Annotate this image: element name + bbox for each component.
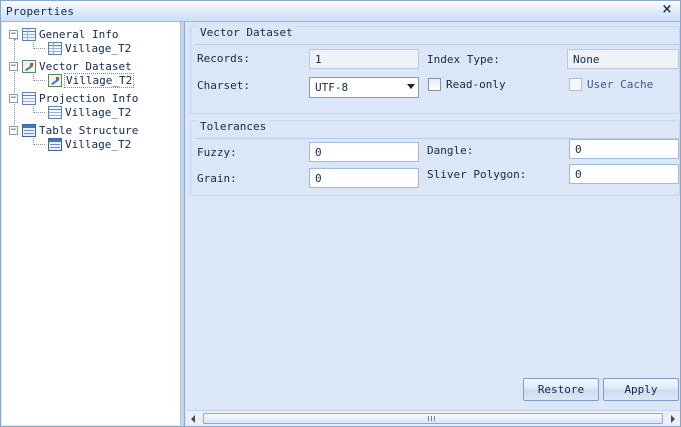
tree-node-table-structure[interactable]: − Table Structure xyxy=(9,123,138,138)
horizontal-scrollbar[interactable] xyxy=(186,410,680,426)
scroll-right-icon[interactable] xyxy=(671,415,675,423)
projection-icon xyxy=(48,106,62,119)
group-title: Tolerances xyxy=(197,120,270,133)
charset-label: Charset: xyxy=(197,79,250,92)
restore-button[interactable]: Restore xyxy=(523,378,599,401)
table-icon xyxy=(22,28,36,41)
index-type-label: Index Type: xyxy=(427,53,500,66)
tree-node-label: Table Structure xyxy=(39,124,139,137)
table-structure-icon xyxy=(48,138,62,151)
tree-node-label: Village_T2 xyxy=(65,106,132,119)
sliver-polygon-label: Sliver Polygon: xyxy=(427,168,527,181)
properties-content: Vector Dataset Records: 1 Index Type: No… xyxy=(186,22,680,410)
collapse-icon[interactable]: − xyxy=(9,62,18,71)
tree-node-label: Village_T2 xyxy=(63,73,135,88)
scroll-left-icon[interactable] xyxy=(191,415,195,423)
apply-button[interactable]: Apply xyxy=(603,378,679,401)
properties-window: Properties × − General Info Village_T2 −… xyxy=(0,0,681,427)
readonly-checkbox[interactable]: Read-only xyxy=(428,78,506,91)
tolerances-group: Tolerances Fuzzy: 0 Dangle: 0 Grain: 0 S… xyxy=(190,120,680,196)
tree-node-label: Village_T2 xyxy=(65,138,132,151)
tree-node-vector-dataset-village[interactable]: Village_T2 xyxy=(44,73,135,88)
records-field: 1 xyxy=(309,49,419,69)
tree-node-projection-info-village[interactable]: Village_T2 xyxy=(44,105,131,120)
group-title: Vector Dataset xyxy=(197,26,296,39)
table-structure-icon xyxy=(22,124,36,137)
projection-icon xyxy=(22,92,36,105)
tree-node-general-info[interactable]: − General Info xyxy=(9,27,118,42)
tree-node-vector-dataset[interactable]: − Vector Dataset xyxy=(9,59,132,74)
pane-splitter[interactable] xyxy=(181,22,185,426)
checkbox-box xyxy=(569,78,582,91)
vector-dataset-group: Vector Dataset Records: 1 Index Type: No… xyxy=(190,26,680,114)
dangle-label: Dangle: xyxy=(427,144,474,157)
collapse-icon[interactable]: − xyxy=(9,126,18,135)
tree-node-label: Projection Info xyxy=(39,92,139,105)
tree-node-label: General Info xyxy=(39,28,119,41)
records-label: Records: xyxy=(197,52,250,65)
vector-dataset-icon xyxy=(48,74,62,87)
tree-node-table-structure-village[interactable]: Village_T2 xyxy=(44,137,131,152)
tree-node-label: Village_T2 xyxy=(65,42,132,55)
grain-label: Grain: xyxy=(197,172,237,185)
tree-node-general-info-village[interactable]: Village_T2 xyxy=(44,41,131,56)
collapse-icon[interactable]: − xyxy=(9,30,18,39)
fuzzy-label: Fuzzy: xyxy=(197,146,237,159)
vector-dataset-icon xyxy=(22,60,36,73)
chevron-down-icon xyxy=(407,84,415,89)
index-type-field: None xyxy=(567,49,679,69)
sliver-polygon-input[interactable]: 0 xyxy=(569,164,679,184)
scrollbar-thumb[interactable] xyxy=(203,413,663,424)
window-title: Properties xyxy=(6,5,75,18)
checkbox-box xyxy=(428,78,441,91)
fuzzy-input[interactable]: 0 xyxy=(309,142,419,162)
user-cache-label: User Cache xyxy=(587,78,654,91)
readonly-label: Read-only xyxy=(446,78,506,91)
dangle-input[interactable]: 0 xyxy=(569,139,679,159)
grip-icon xyxy=(428,416,435,421)
collapse-icon[interactable]: − xyxy=(9,94,18,103)
user-cache-checkbox[interactable]: User Cache xyxy=(569,78,653,91)
tree-node-label: Vector Dataset xyxy=(39,60,132,73)
table-icon xyxy=(48,42,62,55)
charset-value: UTF-8 xyxy=(315,81,349,94)
charset-select[interactable]: UTF-8 xyxy=(309,77,419,98)
tree-node-projection-info[interactable]: − Projection Info xyxy=(9,91,138,106)
title-bar: Properties × xyxy=(1,1,680,22)
properties-tree: − General Info Village_T2 − Vector Datas… xyxy=(2,22,181,425)
grain-input[interactable]: 0 xyxy=(309,168,419,188)
close-icon[interactable]: × xyxy=(660,3,674,17)
